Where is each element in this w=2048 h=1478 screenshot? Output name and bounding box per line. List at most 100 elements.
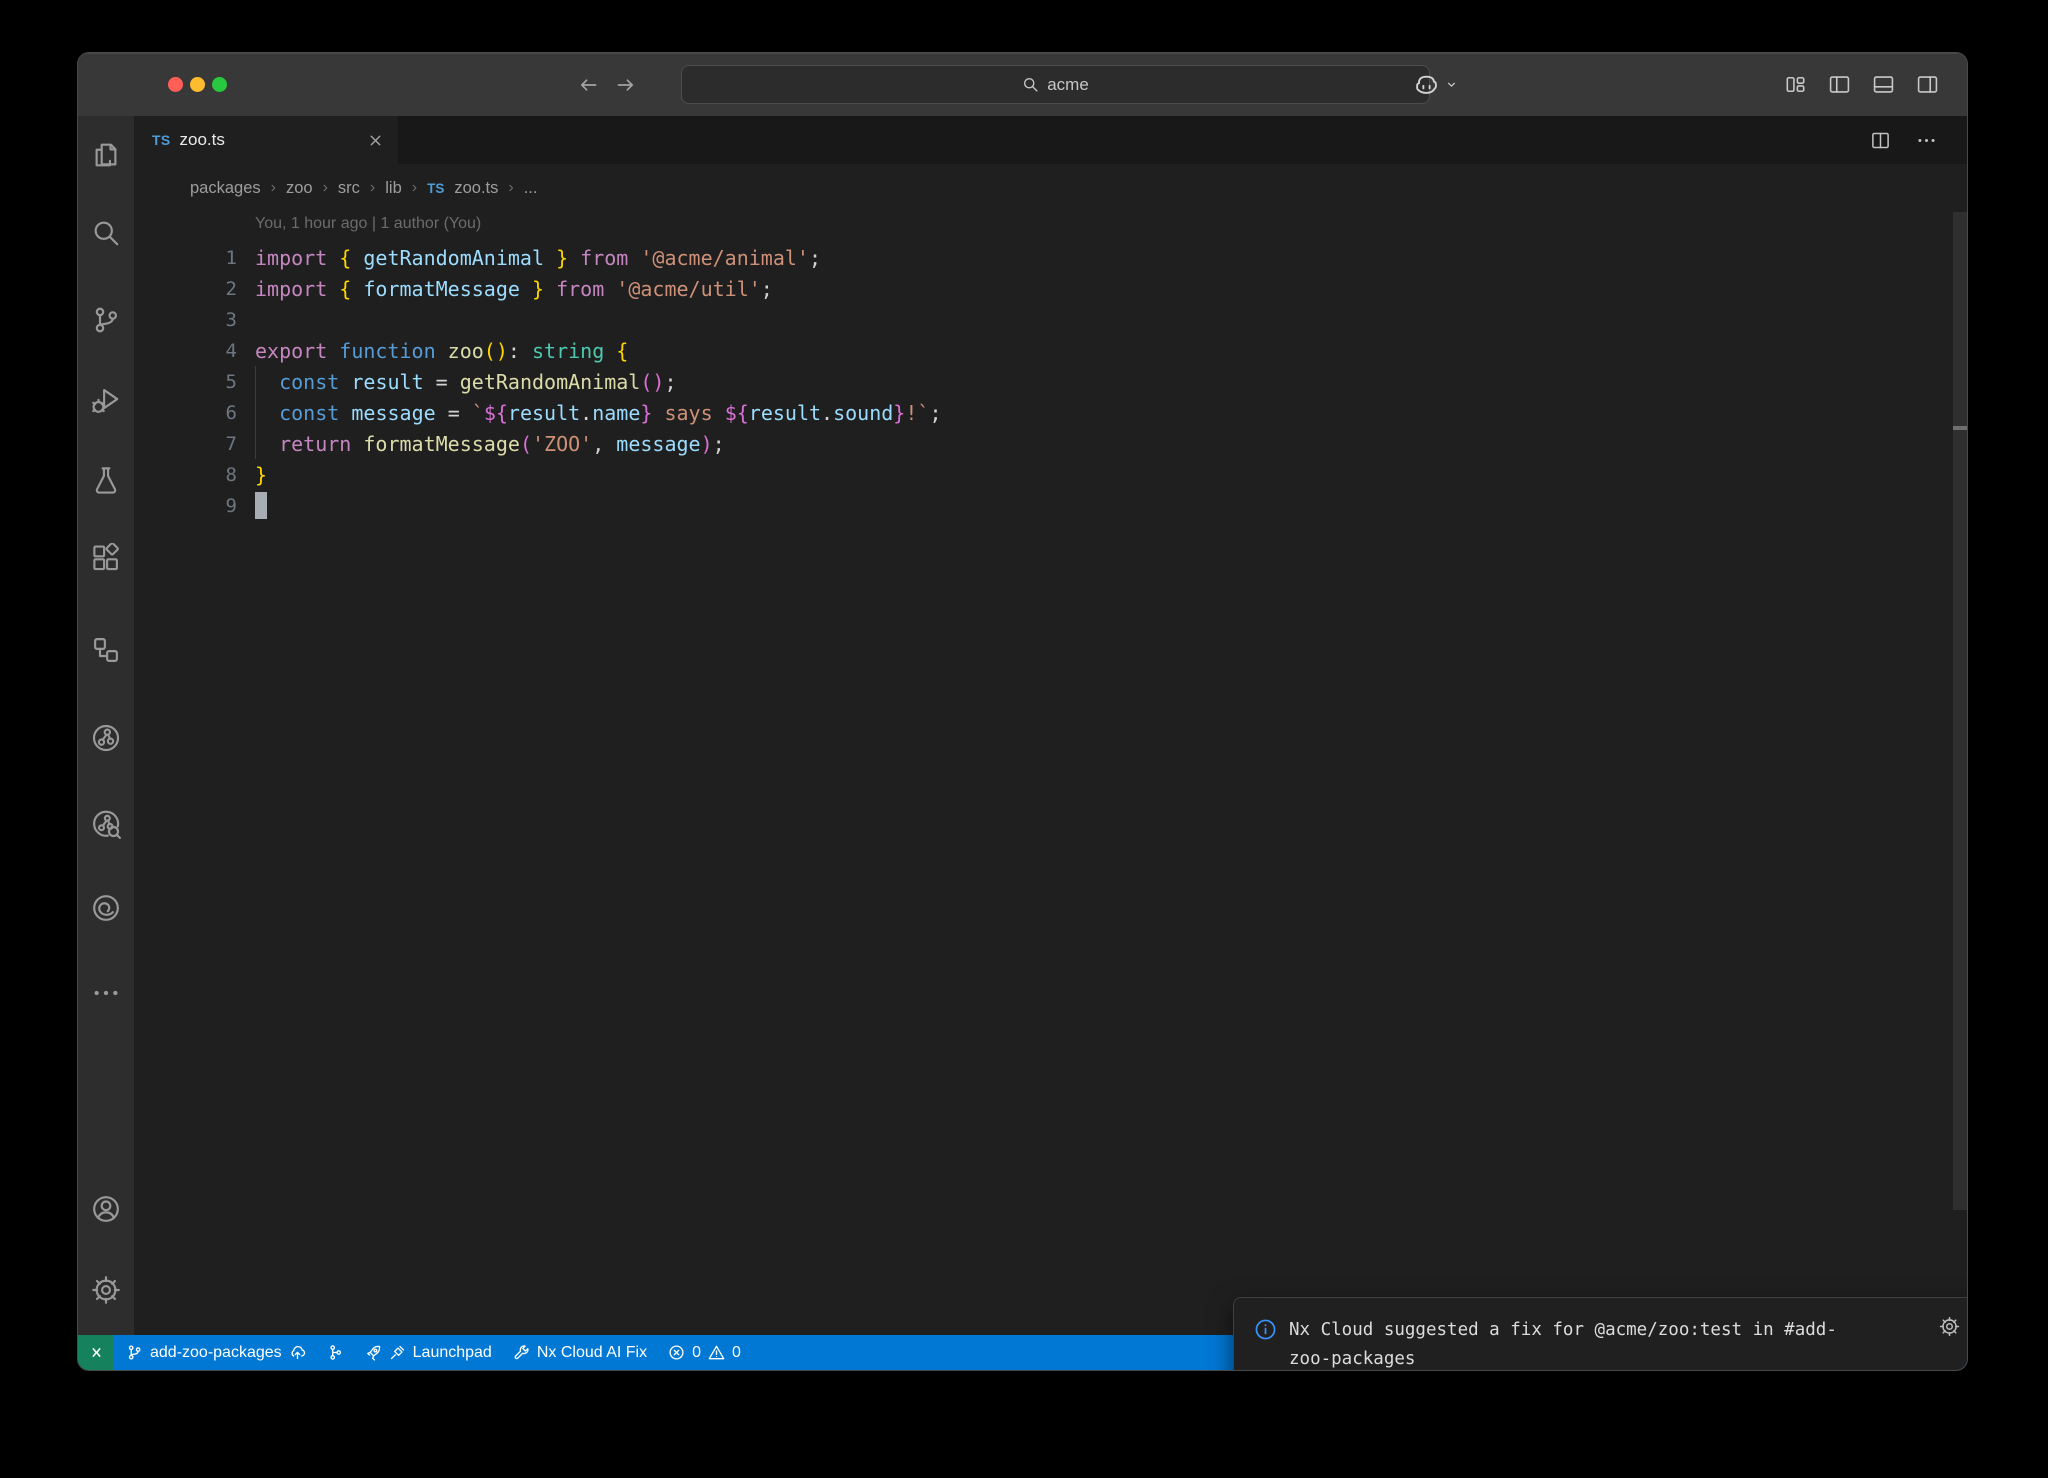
code-line[interactable]: 5 const result = getRandomAnimal();	[134, 366, 1947, 397]
breadcrumb-item-file[interactable]: zoo.ts	[454, 179, 498, 198]
layout-icon	[1784, 73, 1807, 96]
activity-item-settings[interactable]	[91, 1275, 121, 1305]
status-item-git-graph[interactable]	[327, 1344, 344, 1361]
layout-controls	[1784, 53, 1939, 116]
code-line[interactable]: 4 export function zoo(): string {	[134, 335, 1947, 366]
code-text: const message = `${result.name} says ${r…	[255, 401, 941, 425]
split-editor-button[interactable]	[1870, 130, 1891, 151]
info-icon	[1254, 1318, 1277, 1370]
code-line[interactable]: 3	[134, 304, 1947, 335]
activity-item-explorer[interactable]	[91, 140, 121, 170]
circle-graph-search-icon	[91, 809, 121, 839]
git-graph-icon	[327, 1344, 344, 1361]
line-number: 9	[134, 495, 237, 517]
gear-icon	[91, 1275, 121, 1305]
copilot-icon	[1414, 72, 1439, 97]
error-circle-icon	[668, 1344, 685, 1361]
activity-item-testing[interactable]	[91, 465, 121, 495]
toggle-secondary-sidebar-button[interactable]	[1916, 73, 1939, 96]
line-number: 4	[134, 340, 237, 362]
command-center-search[interactable]: acme	[681, 65, 1430, 104]
toggle-panel-button[interactable]	[1872, 73, 1895, 96]
debug-icon	[91, 385, 121, 415]
typescript-file-icon: TS	[152, 132, 171, 148]
status-item-branch[interactable]: add-zoo-packages	[126, 1344, 306, 1362]
overview-ruler-cursor-marker	[1953, 426, 1967, 430]
activity-item-source-control[interactable]	[91, 305, 121, 335]
typescript-file-icon: TS	[427, 181, 444, 196]
activity-item-graph-search[interactable]	[91, 809, 121, 839]
vertical-scrollbar[interactable]	[1953, 212, 1967, 1210]
close-window-button[interactable]	[168, 77, 183, 92]
more-actions-button[interactable]	[1916, 130, 1937, 151]
plug-icon	[389, 1344, 406, 1361]
tab-zoo-ts[interactable]: TS zoo.ts	[134, 116, 398, 164]
code-lines: 1 import { getRandomAnimal } from '@acme/…	[134, 242, 1947, 521]
status-item-nx-cloud-ai-fix[interactable]: Nx Cloud AI Fix	[513, 1344, 647, 1362]
code-line[interactable]: 9	[134, 490, 1947, 521]
code-editor[interactable]: You, 1 hour ago | 1 author (You) 1import…	[134, 212, 1967, 1335]
breadcrumb-separator-icon: ›	[323, 179, 328, 197]
remote-icon	[88, 1344, 105, 1361]
code-line[interactable]: 7 return formatMessage('ZOO', message);	[134, 428, 1947, 459]
minimize-window-button[interactable]	[190, 77, 205, 92]
remote-indicator[interactable]	[78, 1335, 114, 1370]
activity-item-accounts[interactable]	[91, 1194, 121, 1224]
close-icon	[367, 132, 384, 149]
customize-layout-button[interactable]	[1784, 73, 1807, 96]
code-text: export function zoo(): string {	[255, 339, 628, 363]
org-chart-icon	[91, 635, 121, 665]
editor-actions	[1870, 116, 1967, 164]
breadcrumb-item[interactable]: src	[338, 179, 360, 198]
workbench: TS zoo.ts packages›zoo›src›lib›TSzoo.ts›…	[78, 116, 1967, 1335]
panel-left-icon	[1828, 73, 1851, 96]
activity-item-search[interactable]	[91, 218, 121, 248]
go-back-button[interactable]	[576, 73, 600, 97]
line-number: 1	[134, 247, 237, 269]
code-line[interactable]: 1 import { getRandomAnimal } from '@acme/…	[134, 242, 1947, 273]
status-item-launchpad[interactable]: Launchpad	[365, 1344, 492, 1362]
breadcrumb-separator-icon: ›	[271, 179, 276, 197]
line-number: 8	[134, 464, 237, 486]
account-icon	[91, 1194, 121, 1224]
activity-item-additional-views[interactable]	[91, 978, 121, 1008]
traffic-lights	[168, 53, 227, 116]
copilot-menu[interactable]	[1414, 53, 1458, 116]
code-line[interactable]: 8}	[134, 459, 1947, 490]
breadcrumb-item[interactable]: zoo	[286, 179, 313, 198]
line-number: 7	[134, 433, 237, 455]
notification-actions	[1939, 1316, 1967, 1370]
code-text: import { getRandomAnimal } from '@acme/a…	[255, 246, 821, 270]
close-tab-icon[interactable]	[367, 132, 384, 149]
activity-item-extensions[interactable]	[91, 543, 121, 573]
breadcrumb-item[interactable]: packages	[190, 179, 261, 198]
code-line[interactable]: 6 const message = `${result.name} says $…	[134, 397, 1947, 428]
activity-item-custom-explorer[interactable]	[91, 635, 121, 665]
activity-item-run-and-debug[interactable]	[91, 385, 121, 415]
zoom-window-button[interactable]	[212, 77, 227, 92]
code-text: }	[255, 463, 267, 487]
editor-group: TS zoo.ts packages›zoo›src›lib›TSzoo.ts›…	[134, 116, 1967, 1335]
code-line[interactable]: 2import { formatMessage } from '@acme/ut…	[134, 273, 1947, 304]
activity-item-project-graph[interactable]	[91, 723, 121, 753]
history-nav	[576, 53, 638, 116]
wrench-icon	[513, 1344, 530, 1361]
files-icon	[91, 140, 121, 170]
line-number: 3	[134, 309, 237, 331]
title-bar: acme	[78, 53, 1967, 116]
warning-triangle-icon	[708, 1344, 725, 1361]
tab-label: zoo.ts	[180, 130, 225, 150]
status-item-label: add-zoo-packages	[150, 1344, 282, 1362]
split-icon	[1870, 130, 1891, 151]
line-number: 5	[134, 371, 237, 393]
go-forward-button[interactable]	[614, 73, 638, 97]
ellipsis-icon	[1916, 130, 1937, 151]
breadcrumb-symbol-tail[interactable]: ...	[524, 179, 538, 198]
breadcrumb-item[interactable]: lib	[385, 179, 402, 198]
status-item-problems[interactable]: 00	[668, 1344, 741, 1362]
toggle-primary-sidebar-button[interactable]	[1828, 73, 1851, 96]
notification-toast: Nx Cloud suggested a fix for @acme/zoo:t…	[1233, 1297, 1967, 1370]
activity-item-edge-tools[interactable]	[91, 893, 121, 923]
search-icon	[1022, 76, 1039, 93]
notification-settings-button[interactable]	[1939, 1316, 1960, 1370]
